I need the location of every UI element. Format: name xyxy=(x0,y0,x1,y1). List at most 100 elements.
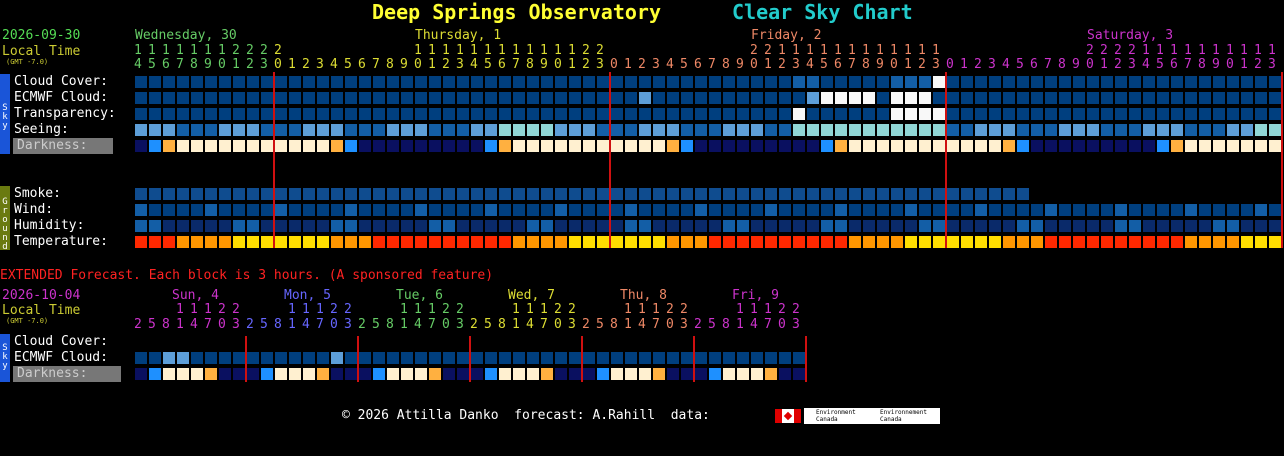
cell-wind[interactable] xyxy=(583,204,595,216)
cell-transparency[interactable] xyxy=(863,108,875,120)
cell-seeing[interactable] xyxy=(1003,124,1015,136)
cell-wind[interactable] xyxy=(835,204,847,216)
ext-cell-ecmwf-cloud[interactable] xyxy=(555,352,567,364)
cell-cloud-cover[interactable] xyxy=(317,76,329,88)
cell-temperature[interactable] xyxy=(639,236,651,248)
cell-temperature[interactable] xyxy=(779,236,791,248)
row-label-cloud-cover[interactable]: Cloud Cover: xyxy=(14,74,108,90)
cell-darkness[interactable] xyxy=(485,140,497,152)
ext-cell-darkness[interactable] xyxy=(149,368,161,380)
cell-ecmwf-cloud[interactable] xyxy=(359,92,371,104)
ext-cell-ecmwf-cloud[interactable] xyxy=(373,352,385,364)
cell-seeing[interactable] xyxy=(401,124,413,136)
cell-seeing[interactable] xyxy=(149,124,161,136)
cell-wind[interactable] xyxy=(1241,204,1253,216)
cell-darkness[interactable] xyxy=(933,140,945,152)
row-label-humidity[interactable]: Humidity: xyxy=(14,218,84,234)
cell-seeing[interactable] xyxy=(835,124,847,136)
cell-ecmwf-cloud[interactable] xyxy=(163,92,175,104)
cell-cloud-cover[interactable] xyxy=(1129,76,1141,88)
cell-ecmwf-cloud[interactable] xyxy=(387,92,399,104)
cell-darkness[interactable] xyxy=(303,140,315,152)
cell-temperature[interactable] xyxy=(1171,236,1183,248)
ext-cell-ecmwf-cloud[interactable] xyxy=(163,352,175,364)
cell-ecmwf-cloud[interactable] xyxy=(1185,92,1197,104)
cell-ecmwf-cloud[interactable] xyxy=(933,92,945,104)
cell-transparency[interactable] xyxy=(1157,108,1169,120)
cell-cloud-cover[interactable] xyxy=(695,76,707,88)
cell-transparency[interactable] xyxy=(275,108,287,120)
row-label-darkness[interactable]: Darkness: xyxy=(13,138,113,154)
cell-transparency[interactable] xyxy=(401,108,413,120)
cell-smoke[interactable] xyxy=(373,188,385,200)
cell-transparency[interactable] xyxy=(653,108,665,120)
cell-temperature[interactable] xyxy=(1185,236,1197,248)
cell-temperature[interactable] xyxy=(891,236,903,248)
cell-smoke[interactable] xyxy=(1017,188,1029,200)
cell-smoke[interactable] xyxy=(135,188,147,200)
cell-humidity[interactable] xyxy=(513,220,525,232)
cell-smoke[interactable] xyxy=(541,188,553,200)
cell-darkness[interactable] xyxy=(429,140,441,152)
ext-cell-ecmwf-cloud[interactable] xyxy=(205,352,217,364)
cell-humidity[interactable] xyxy=(1269,220,1281,232)
cell-seeing[interactable] xyxy=(261,124,273,136)
cell-wind[interactable] xyxy=(807,204,819,216)
cell-humidity[interactable] xyxy=(499,220,511,232)
cell-wind[interactable] xyxy=(695,204,707,216)
cell-transparency[interactable] xyxy=(1073,108,1085,120)
cell-darkness[interactable] xyxy=(961,140,973,152)
cell-ecmwf-cloud[interactable] xyxy=(331,92,343,104)
ext-cell-ecmwf-cloud[interactable] xyxy=(429,352,441,364)
cell-smoke[interactable] xyxy=(247,188,259,200)
cell-seeing[interactable] xyxy=(723,124,735,136)
cell-smoke[interactable] xyxy=(471,188,483,200)
cell-darkness[interactable] xyxy=(569,140,581,152)
cell-seeing[interactable] xyxy=(1087,124,1099,136)
cell-darkness[interactable] xyxy=(177,140,189,152)
cell-temperature[interactable] xyxy=(653,236,665,248)
ext-cell-darkness[interactable] xyxy=(401,368,413,380)
ext-cell-ecmwf-cloud[interactable] xyxy=(513,352,525,364)
cell-temperature[interactable] xyxy=(1269,236,1281,248)
cell-transparency[interactable] xyxy=(471,108,483,120)
ext-cell-ecmwf-cloud[interactable] xyxy=(233,352,245,364)
cell-cloud-cover[interactable] xyxy=(779,76,791,88)
cell-temperature[interactable] xyxy=(1129,236,1141,248)
cell-smoke[interactable] xyxy=(233,188,245,200)
row-label-seeing[interactable]: Seeing: xyxy=(14,122,69,138)
ext-cell-darkness[interactable] xyxy=(723,368,735,380)
cell-cloud-cover[interactable] xyxy=(1171,76,1183,88)
cell-transparency[interactable] xyxy=(261,108,273,120)
cell-darkness[interactable] xyxy=(583,140,595,152)
cell-seeing[interactable] xyxy=(247,124,259,136)
cell-seeing[interactable] xyxy=(317,124,329,136)
cell-wind[interactable] xyxy=(373,204,385,216)
cell-wind[interactable] xyxy=(135,204,147,216)
cell-humidity[interactable] xyxy=(1255,220,1267,232)
cell-transparency[interactable] xyxy=(429,108,441,120)
cell-darkness[interactable] xyxy=(1143,140,1155,152)
cell-ecmwf-cloud[interactable] xyxy=(261,92,273,104)
ext-cell-darkness[interactable] xyxy=(261,368,273,380)
cell-humidity[interactable] xyxy=(261,220,273,232)
cell-humidity[interactable] xyxy=(611,220,623,232)
cell-cloud-cover[interactable] xyxy=(401,76,413,88)
cell-darkness[interactable] xyxy=(611,140,623,152)
cell-transparency[interactable] xyxy=(625,108,637,120)
cell-darkness[interactable] xyxy=(1045,140,1057,152)
cell-seeing[interactable] xyxy=(219,124,231,136)
cell-darkness[interactable] xyxy=(1031,140,1043,152)
ext-cell-darkness[interactable] xyxy=(695,368,707,380)
cell-smoke[interactable] xyxy=(261,188,273,200)
cell-smoke[interactable] xyxy=(205,188,217,200)
cell-temperature[interactable] xyxy=(611,236,623,248)
cell-seeing[interactable] xyxy=(233,124,245,136)
cell-humidity[interactable] xyxy=(1241,220,1253,232)
cell-wind[interactable] xyxy=(1073,204,1085,216)
cell-seeing[interactable] xyxy=(443,124,455,136)
cell-darkness[interactable] xyxy=(779,140,791,152)
cell-ecmwf-cloud[interactable] xyxy=(1269,92,1281,104)
cell-cloud-cover[interactable] xyxy=(471,76,483,88)
cell-seeing[interactable] xyxy=(1199,124,1211,136)
